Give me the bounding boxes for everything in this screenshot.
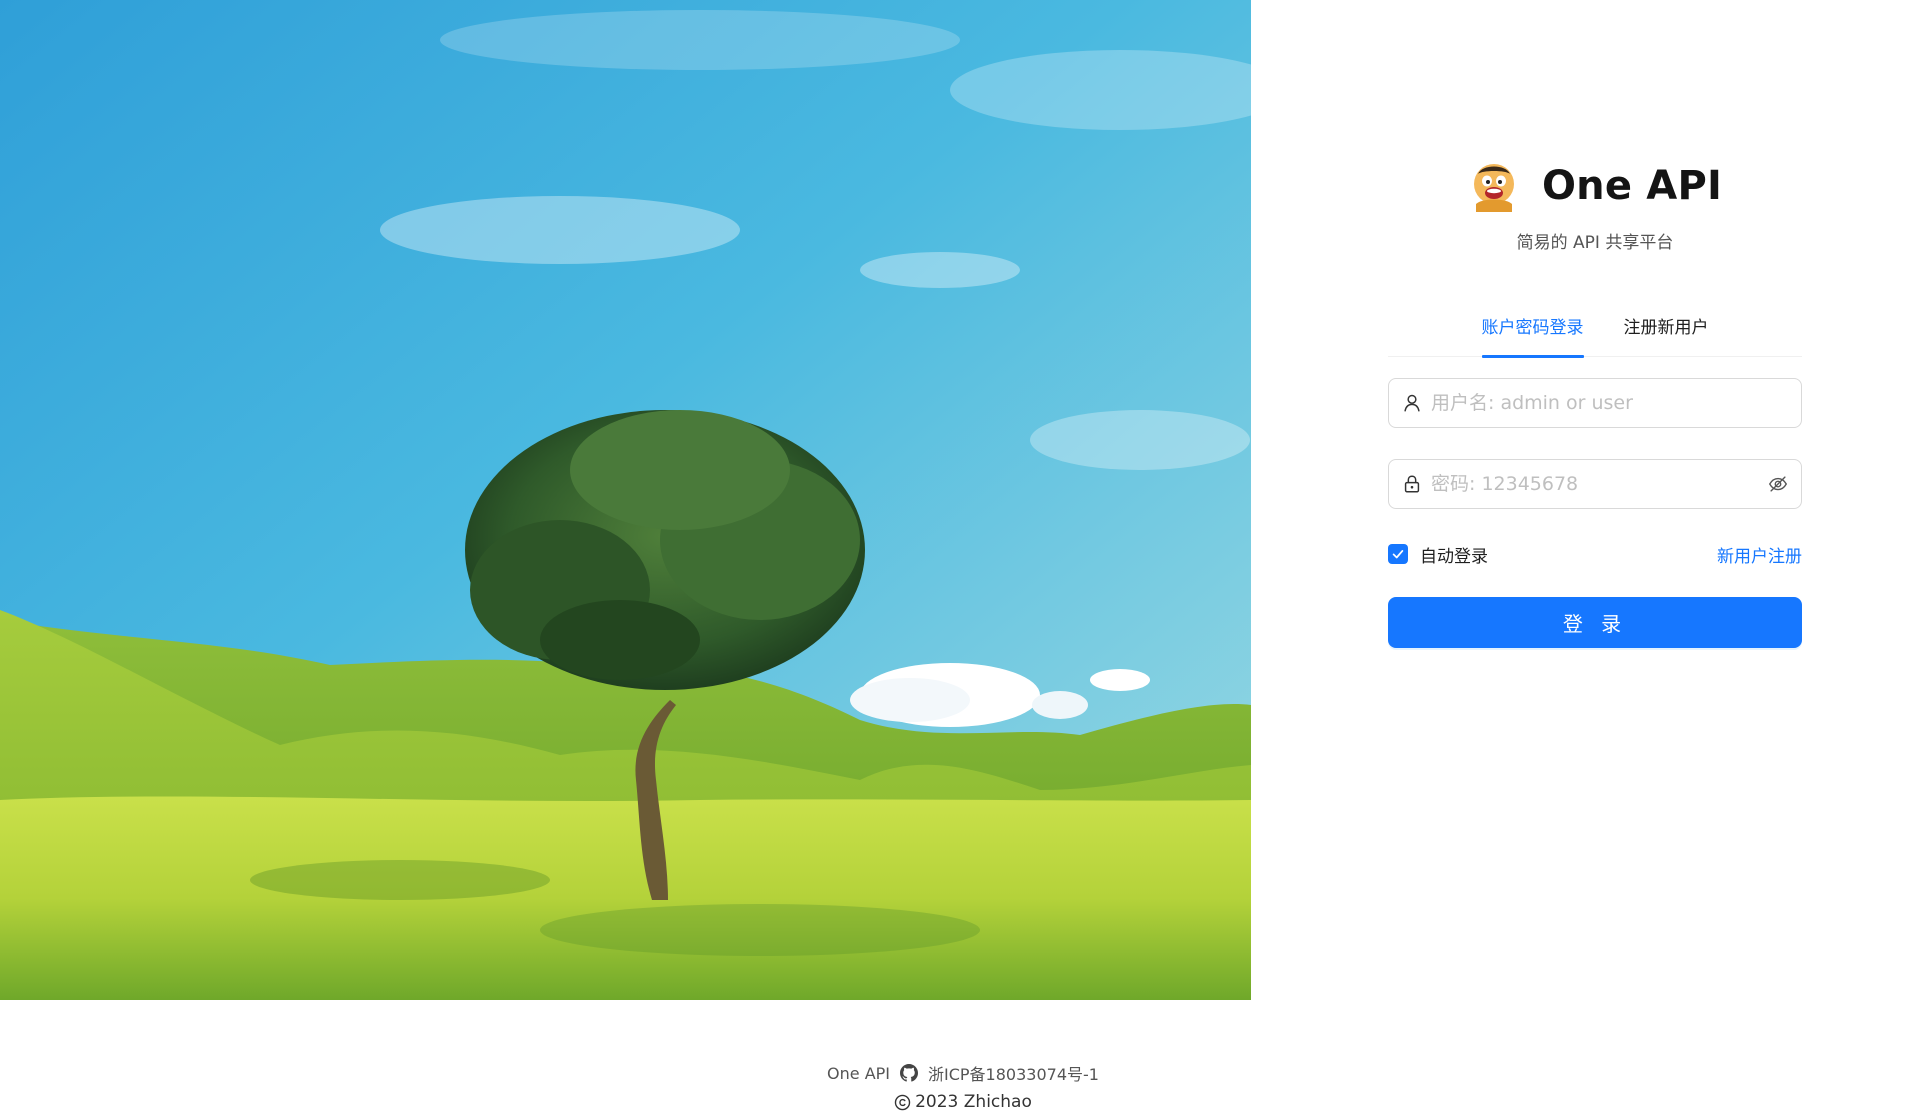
footer-links: One API 浙ICP备18033074号-1 <box>0 1061 1926 1085</box>
tab-password-login[interactable]: 账户密码登录 <box>1481 300 1584 358</box>
landscape-illustration <box>0 0 1251 1000</box>
brand-subtitle: 简易的 API 共享平台 <box>1516 233 1674 253</box>
password-input[interactable] <box>1429 472 1761 496</box>
footer-copyright: 2023 Zhichao <box>0 1092 1926 1112</box>
register-link[interactable]: 新用户注册 <box>1717 542 1802 567</box>
login-button[interactable]: 登 录 <box>1388 597 1802 648</box>
login-tabs: 账户密码登录 注册新用户 <box>1388 300 1802 358</box>
github-icon[interactable] <box>900 1064 919 1082</box>
copyright-text: 2023 Zhichao <box>915 1092 1032 1112</box>
lock-icon <box>1404 475 1420 493</box>
footer-icp-link[interactable]: 浙ICP备18033074号-1 <box>928 1061 1099 1085</box>
cartoon-avatar-logo <box>1473 164 1514 212</box>
user-icon <box>1404 394 1420 412</box>
login-options: 自动登录 新用户注册 <box>1388 540 1802 568</box>
login-panel: One API 简易的 API 共享平台 账户密码登录 注册新用户 用户名: a… <box>1388 0 1802 1000</box>
footer-site-link[interactable]: One API <box>827 1064 890 1083</box>
footer: One API 浙ICP备18033074号-1 2023 Zhichao <box>0 1061 1926 1113</box>
copyright-icon <box>894 1094 911 1110</box>
auto-login-label: 自动登录 <box>1420 546 1488 567</box>
hero-landscape-image <box>0 0 1251 1000</box>
username-field[interactable] <box>1388 378 1802 428</box>
eye-invisible-icon[interactable] <box>1767 473 1789 495</box>
check-icon <box>1392 550 1404 559</box>
username-input[interactable] <box>1429 391 1789 415</box>
tab-register[interactable]: 注册新用户 <box>1624 300 1709 357</box>
brand-header: One API <box>1388 160 1802 212</box>
brand-title: One API <box>1541 163 1723 209</box>
auto-login-option[interactable]: 自动登录 <box>1388 542 1488 567</box>
auto-login-checkbox[interactable] <box>1388 544 1408 564</box>
password-field[interactable] <box>1388 459 1802 509</box>
